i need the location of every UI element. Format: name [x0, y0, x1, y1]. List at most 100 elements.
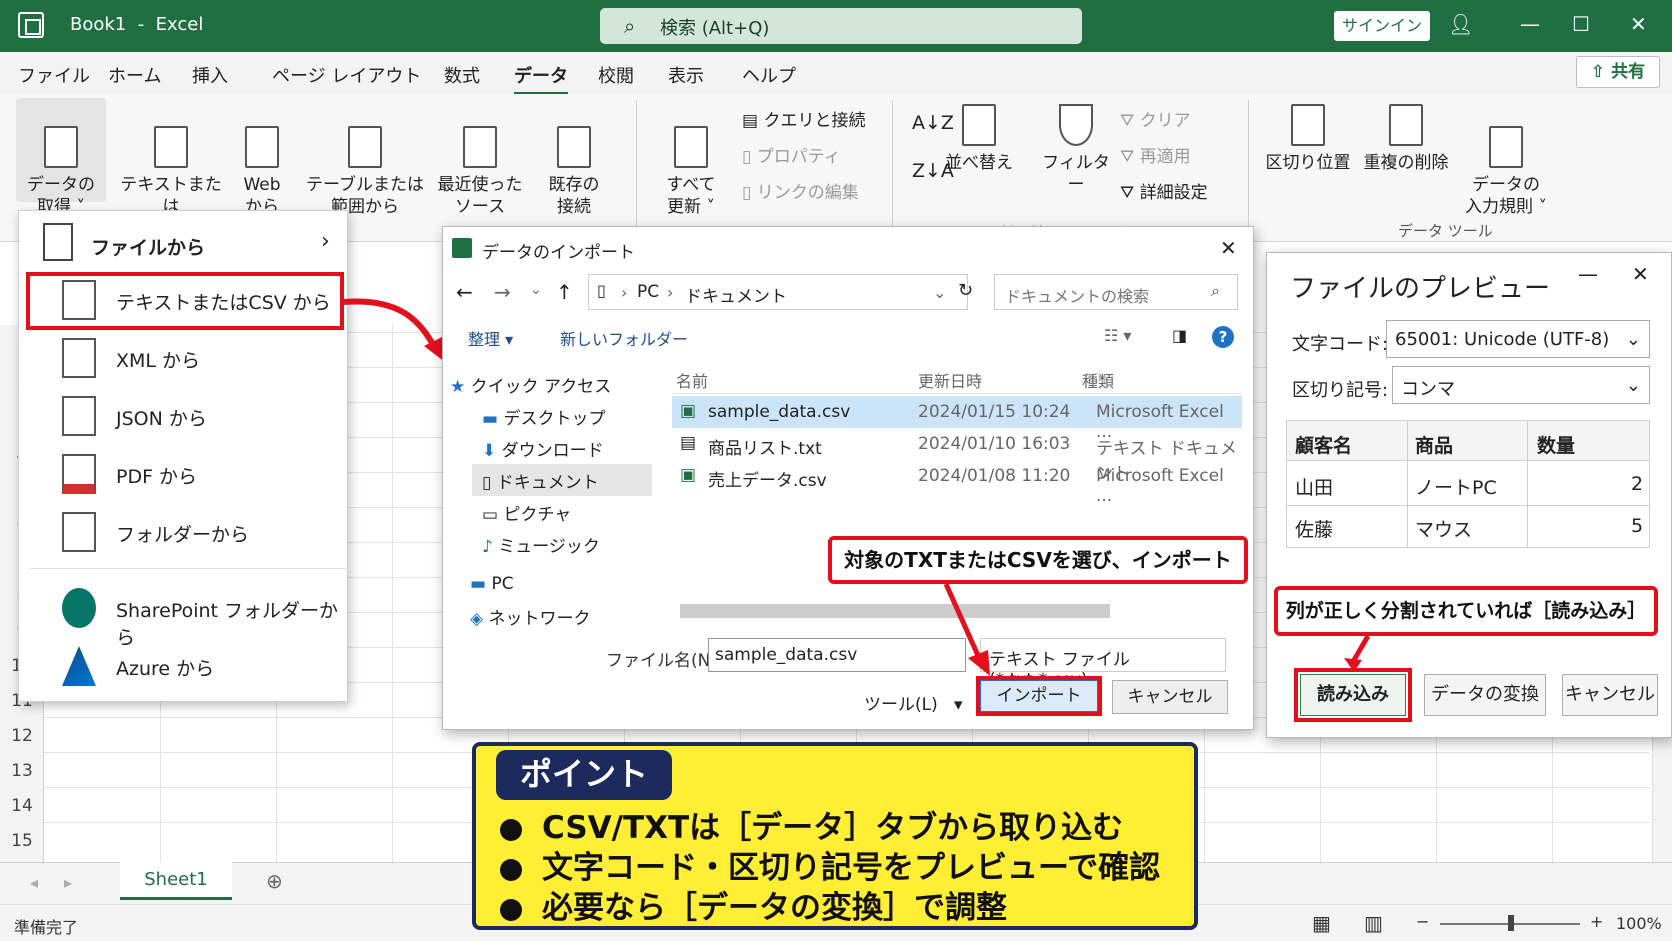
download-icon: ⬇ — [482, 441, 502, 461]
share-button[interactable]: ⇧ 共有 — [1576, 56, 1660, 88]
zoom-slider-thumb[interactable] — [1508, 915, 1514, 931]
validation-icon — [1489, 126, 1523, 168]
from-web-button[interactable]: Web から — [236, 104, 288, 218]
dialog-close-icon[interactable]: ✕ — [1220, 236, 1237, 260]
col-date[interactable]: 更新日時 — [918, 368, 982, 392]
folder-search-input[interactable]: ドキュメントの検索 ⌕ — [994, 274, 1238, 310]
nav-quick-access[interactable]: ★ クイック アクセス — [450, 372, 611, 397]
transform-data-button[interactable]: データの変換 — [1424, 674, 1546, 716]
preview-cancel-button[interactable]: キャンセル — [1562, 674, 1658, 716]
row-header[interactable]: 12 — [0, 726, 44, 746]
menu-item-pdf[interactable]: PDF から — [18, 446, 348, 502]
menu-item-json[interactable]: JSON から — [18, 388, 348, 444]
page-layout-view-icon[interactable]: ▥ — [1364, 911, 1383, 935]
properties-button[interactable]: ▯ プロパティ — [742, 142, 841, 167]
file-row[interactable]: ▣ sample_data.csv 2024/01/15 10:24 Micro… — [672, 396, 1242, 442]
queries-connections-button[interactable]: ▤ クエリと接続 — [742, 106, 865, 131]
horizontal-scrollbar[interactable] — [680, 604, 1110, 618]
refresh-all-button[interactable]: すべて 更新 ˅ — [650, 104, 732, 218]
minimize-icon[interactable]: — — [1578, 262, 1598, 286]
zoom-out-icon[interactable]: − — [1416, 912, 1429, 931]
address-bar[interactable]: ▯ › PC › ドキュメント ⌄ — [588, 274, 968, 310]
col-name[interactable]: 名前 — [676, 368, 708, 392]
filename-input[interactable]: sample_data.csv — [708, 638, 966, 672]
view-options-icon[interactable]: ☷ ▾ — [1104, 326, 1131, 345]
clear-filter-icon: ⛛ — [1120, 111, 1140, 131]
close-icon[interactable]: ✕ — [1632, 262, 1649, 286]
prev-sheet-icon[interactable]: ◂ — [30, 873, 38, 892]
file-row[interactable]: ▤ 商品リスト.txt 2024/01/10 16:03 テキスト ドキュメント — [672, 428, 1242, 484]
encoding-select[interactable]: 65001: Unicode (UTF-8) ⌄ — [1386, 320, 1650, 358]
menu-item-folder[interactable]: フォルダーから — [18, 504, 348, 560]
ribbon-separator — [636, 100, 637, 228]
normal-view-icon[interactable]: ▦ — [1312, 911, 1331, 935]
menu-item-xml[interactable]: XML から — [18, 330, 348, 386]
col-type[interactable]: 種類 — [1082, 368, 1114, 392]
menu-item-azure[interactable]: Azure から — [18, 638, 348, 694]
up-arrow-icon[interactable]: ↑ — [556, 280, 573, 304]
tab-file[interactable]: ファイル — [18, 62, 90, 88]
nav-music[interactable]: ♪ ミュージック — [482, 532, 600, 557]
tab-data[interactable]: データ — [514, 62, 568, 95]
from-file-header[interactable]: ファイルから — [91, 233, 205, 260]
text-to-columns-button[interactable]: 区切り位置 — [1264, 104, 1352, 174]
get-data-button[interactable]: データの 取得 ˅ — [16, 98, 106, 217]
data-validation-button[interactable]: データの 入力規則 ˅ — [1460, 104, 1552, 218]
nav-downloads[interactable]: ⬇ ダウンロード — [482, 436, 604, 461]
zoom-in-icon[interactable]: + — [1590, 912, 1603, 931]
filter-button[interactable]: フィルター — [1036, 104, 1116, 196]
refresh-icon[interactable]: ↻ — [958, 280, 973, 301]
row-header[interactable]: 14 — [0, 796, 44, 816]
forward-arrow-icon[interactable]: → — [494, 280, 511, 304]
remove-duplicates-button[interactable]: 重複の削除 — [1362, 104, 1450, 174]
tab-formulas[interactable]: 数式 — [444, 62, 480, 88]
nav-desktop[interactable]: ▬ デスクトップ — [482, 404, 605, 429]
nav-documents[interactable]: ▯ ドキュメント — [472, 464, 652, 496]
reapply-button[interactable]: ⛛ 再適用 — [1120, 142, 1191, 167]
menu-item-sharepoint[interactable]: SharePoint フォルダーから — [18, 580, 348, 649]
tab-review[interactable]: 校閲 — [598, 62, 634, 88]
tab-home[interactable]: ホーム — [108, 62, 161, 88]
nav-network[interactable]: ◈ ネットワーク — [470, 604, 590, 629]
close-icon[interactable]: ✕ — [1630, 12, 1647, 36]
search-box[interactable]: ⌕ 検索 (Alt+Q) — [600, 8, 1082, 44]
delimiter-select[interactable]: コンマ ⌄ — [1392, 366, 1650, 404]
tab-insert[interactable]: 挿入 — [192, 62, 228, 88]
tools-menu[interactable]: ツール(L) ▾ — [864, 690, 963, 715]
sort-button[interactable]: 並べ替え — [944, 104, 1014, 174]
file-row[interactable]: ▣ 売上データ.csv 2024/01/08 11:20 Microsoft E… — [672, 460, 1242, 506]
organize-button[interactable]: 整理 ▾ — [468, 326, 513, 350]
help-icon[interactable]: ? — [1212, 326, 1234, 348]
advanced-filter-button[interactable]: ⛛ 詳細設定 — [1120, 178, 1208, 203]
row-header[interactable]: 13 — [0, 761, 44, 781]
tab-view[interactable]: 表示 — [668, 62, 704, 88]
from-table-button[interactable]: テーブルまたは 範囲から — [306, 104, 424, 218]
zoom-level: 100% — [1616, 914, 1662, 933]
edit-links-button[interactable]: ▯ リンクの編集 — [742, 178, 859, 203]
title-bar: Book1 - Excel ⌕ 検索 (Alt+Q) サインイン 👤︎ — ☐ … — [0, 0, 1672, 52]
add-sheet-icon[interactable]: ⊕ — [266, 869, 283, 893]
import-cancel-button[interactable]: キャンセル — [1112, 680, 1228, 714]
existing-connections-button[interactable]: 既存の 接続 — [534, 104, 614, 218]
clear-filter-button[interactable]: ⛛ クリア — [1120, 106, 1191, 131]
nav-pictures[interactable]: ▭ ピクチャ — [482, 500, 571, 525]
tab-page-layout[interactable]: ページ レイアウト — [272, 62, 421, 88]
maximize-icon[interactable]: ☐ — [1572, 12, 1590, 36]
nav-pc[interactable]: ▬ PC — [470, 574, 514, 594]
document-title: Book1 - Excel — [70, 14, 204, 35]
new-folder-button[interactable]: 新しいフォルダー — [560, 326, 688, 350]
filetype-select[interactable]: テキスト ファイル (*.txt;*.csv) — [980, 638, 1226, 690]
chevron-down-icon[interactable]: ⌄ — [933, 283, 946, 302]
file-icon — [43, 223, 73, 261]
back-arrow-icon[interactable]: ← — [456, 280, 473, 304]
tab-help[interactable]: ヘルプ — [742, 62, 796, 88]
signin-button[interactable]: サインイン — [1334, 11, 1430, 41]
sheet-tab[interactable]: Sheet1 — [120, 862, 232, 900]
row-header[interactable]: 15 — [0, 831, 44, 851]
history-chevron-icon[interactable]: ⌄ — [530, 282, 542, 298]
recent-sources-button[interactable]: 最近使った ソース — [436, 104, 524, 218]
next-sheet-icon[interactable]: ▸ — [64, 873, 72, 892]
minimize-icon[interactable]: — — [1520, 12, 1540, 36]
account-icon[interactable]: 👤︎ — [1448, 12, 1473, 36]
preview-pane-icon[interactable]: ◨ — [1172, 326, 1187, 345]
